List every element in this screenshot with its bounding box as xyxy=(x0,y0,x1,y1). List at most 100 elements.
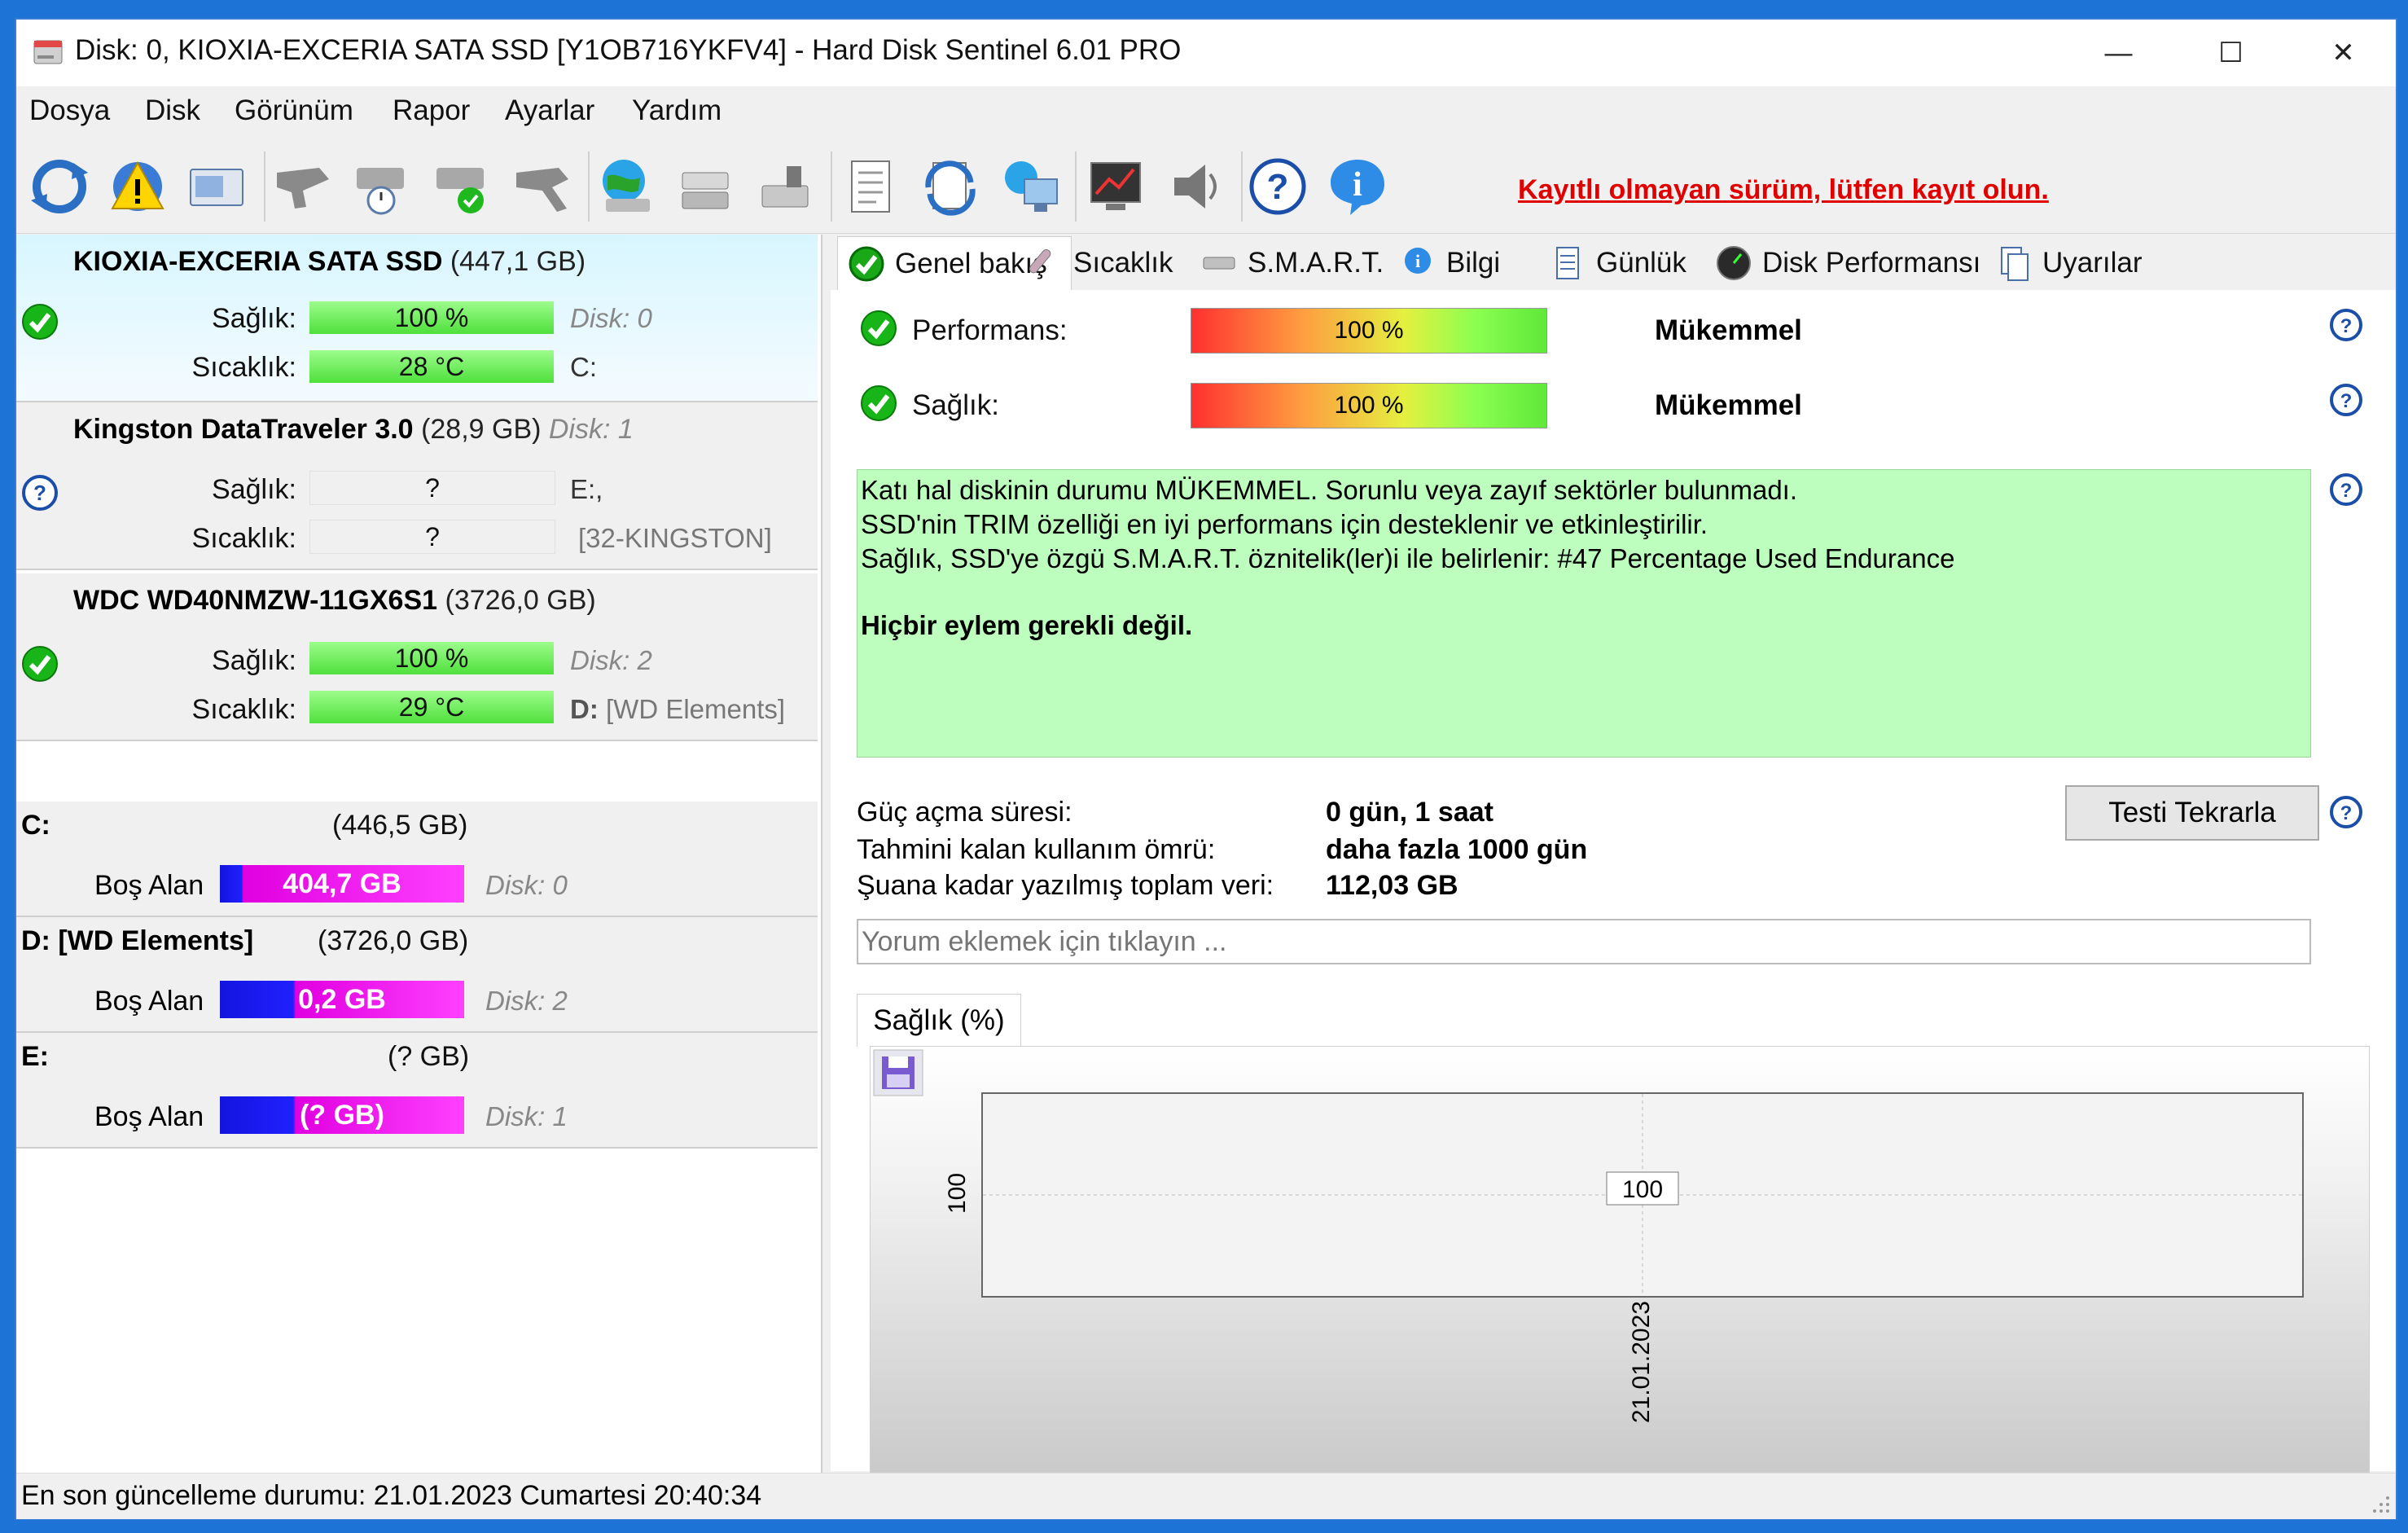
log-icon xyxy=(1556,247,1579,279)
status-bar: En son güncelleme durumu: 21.01.2023 Cum… xyxy=(16,1473,2396,1519)
maximize-button[interactable]: ☐ xyxy=(2176,20,2286,86)
partition-title: D: [WD Elements] xyxy=(21,925,254,956)
menu-yardim[interactable]: Yardım xyxy=(632,94,722,127)
usb-drive-icon[interactable] xyxy=(754,155,818,218)
partition-disk: Disk: 0 xyxy=(485,870,568,900)
free-space-bar: (? GB) xyxy=(220,1096,464,1134)
tab-alerts[interactable]: Uyarılar xyxy=(1985,236,2222,290)
partition-disk: Disk: 1 xyxy=(485,1101,568,1131)
minimize-button[interactable]: — xyxy=(2064,20,2173,86)
menu-disk[interactable]: Disk xyxy=(145,94,200,127)
health-bar: 100 % xyxy=(309,301,554,334)
disk-timer-icon[interactable] xyxy=(350,155,414,218)
y-tick-label: 100 xyxy=(944,1173,971,1214)
help-icon[interactable]: ? xyxy=(2329,308,2363,342)
health-bar: 100 % xyxy=(309,642,554,674)
menu-dosya[interactable]: Dosya xyxy=(29,94,110,127)
help-icon[interactable]: ? xyxy=(2329,383,2363,417)
app-disk-icon xyxy=(33,40,63,64)
health-bar: 100 % xyxy=(1191,383,1547,428)
check-icon xyxy=(861,310,897,346)
gauge-icon xyxy=(1717,246,1751,280)
tab-label: Günlük xyxy=(1596,247,1686,279)
retest-button[interactable]: Testi Tekrarla xyxy=(2065,785,2319,841)
health-label: Sağlık: xyxy=(212,474,296,505)
resize-grip-icon[interactable] xyxy=(2370,1493,2391,1514)
disk-info-icon[interactable] xyxy=(186,155,249,218)
disk-card[interactable]: Kingston DataTraveler 3.0 (28,9 GB) Disk… xyxy=(16,402,818,570)
svg-text:?: ? xyxy=(2340,390,2353,412)
health-label: Sağlık: xyxy=(212,645,296,676)
partition-title: E: xyxy=(21,1041,49,1072)
tab-label: Sıcaklık xyxy=(1073,247,1173,279)
power-on-value: 0 gün, 1 saat xyxy=(1326,797,1493,828)
partition-size: (? GB) xyxy=(388,1041,470,1072)
menu-gorunum[interactable]: Görünüm xyxy=(235,94,353,127)
drive-stack-icon[interactable] xyxy=(674,155,738,218)
free-space-label: Boş Alan xyxy=(94,1101,204,1132)
partition-disk: Disk: 2 xyxy=(485,986,568,1016)
surface-test-icon[interactable] xyxy=(270,155,334,218)
tab-label: S.M.A.R.T. xyxy=(1248,247,1384,279)
free-space-bar: 404,7 GB xyxy=(220,865,464,903)
toolbar-separator xyxy=(831,152,832,222)
status-description: Katı hal diskinin durumu MÜKEMMEL. Sorun… xyxy=(857,469,2311,758)
refresh-icon[interactable] xyxy=(28,155,91,218)
partition-card[interactable]: E: (? GB) Boş Alan (? GB) Disk: 1 xyxy=(16,1033,818,1149)
svg-text:i: i xyxy=(1353,166,1362,204)
disk-card[interactable]: WDC WD40NMZW-11GX6S1 (3726,0 GB) Sağlık:… xyxy=(16,573,818,741)
performance-status: Mükemmel xyxy=(1655,314,1802,346)
status-line: Katı hal diskinin durumu MÜKEMMEL. Sorun… xyxy=(861,475,1798,505)
alert-icon[interactable] xyxy=(106,155,169,218)
drive-icon xyxy=(1203,257,1235,270)
x-tick-label: 21.01.2023 xyxy=(1628,1301,1655,1423)
disk-list-panel: KIOXIA-EXCERIA SATA SSD (447,1 GB) Sağlı… xyxy=(16,235,822,1473)
toolbar-separator xyxy=(588,152,590,222)
status-line: Sağlık, SSD'ye özgü S.M.A.R.T. öznitelik… xyxy=(861,543,1955,573)
help-icon[interactable]: ? xyxy=(2329,472,2363,507)
overview-panel: Performans: 100 % Mükemmel ? Sağlık: 100… xyxy=(831,290,2396,1473)
alerts-icon xyxy=(2001,247,2029,281)
check-icon xyxy=(849,246,884,282)
check-icon xyxy=(861,385,897,421)
disk-ok-icon[interactable] xyxy=(430,155,493,218)
disk-name: KIOXIA-EXCERIA SATA SSD (447,1 GB) xyxy=(73,246,586,277)
help-icon[interactable]: ? xyxy=(1246,155,1309,218)
check-icon xyxy=(22,646,58,682)
speaker-icon[interactable] xyxy=(1165,155,1228,218)
temperature-label: Sıcaklık: xyxy=(191,694,296,725)
partition-size: (3726,0 GB) xyxy=(318,925,469,956)
menu-ayarlar[interactable]: Ayarlar xyxy=(505,94,594,127)
status-text: En son güncelleme durumu: 21.01.2023 Cum… xyxy=(21,1480,762,1511)
report-icon[interactable] xyxy=(839,155,902,218)
settings-monitor-icon[interactable] xyxy=(1085,155,1148,218)
disk-name: WDC WD40NMZW-11GX6S1 (3726,0 GB) xyxy=(73,585,596,616)
partition-card[interactable]: C: (446,5 GB) Boş Alan 404,7 GB Disk: 0 xyxy=(16,802,818,917)
about-info-icon[interactable]: i xyxy=(1326,155,1389,218)
chart-axes: 21.01.2023 100 xyxy=(944,1173,1655,1423)
close-button[interactable]: ✕ xyxy=(2288,20,2398,86)
disk-tool-icon[interactable] xyxy=(510,155,573,218)
partition-card[interactable]: D: [WD Elements] (3726,0 GB) Boş Alan 0,… xyxy=(16,917,818,1033)
globe-drive-icon[interactable] xyxy=(594,155,658,218)
svg-text:?: ? xyxy=(33,481,46,505)
performance-bar: 100 % xyxy=(1191,308,1547,354)
network-report-icon[interactable] xyxy=(998,155,1062,218)
lifetime-value: daha fazla 1000 gün xyxy=(1326,834,1588,865)
performance-label: Performans: xyxy=(912,314,1068,346)
title-bar: Disk: 0, KIOXIA-EXCERIA SATA SSD [Y1OB71… xyxy=(16,20,2396,86)
status-action: Hiçbir eylem gerekli değil. xyxy=(861,610,1193,640)
help-icon[interactable]: ? xyxy=(2329,795,2363,829)
menu-rapor[interactable]: Rapor xyxy=(393,94,470,127)
info-icon: i xyxy=(1405,248,1431,274)
svg-text:?: ? xyxy=(2340,802,2353,824)
sync-report-icon[interactable] xyxy=(919,155,982,218)
tab-health-chart[interactable]: Sağlık (%) xyxy=(857,994,1021,1047)
disk-card[interactable]: KIOXIA-EXCERIA SATA SSD (447,1 GB) Sağlı… xyxy=(16,235,818,402)
written-label: Şuana kadar yazılmış toplam veri: xyxy=(857,870,1274,901)
power-on-label: Güç açma süresi: xyxy=(857,797,1072,828)
toolbar-separator xyxy=(264,152,265,222)
register-link[interactable]: Kayıtlı olmayan sürüm, lütfen kayıt olun… xyxy=(1518,174,2049,206)
written-value: 112,03 GB xyxy=(1326,870,1458,901)
comment-input[interactable] xyxy=(857,919,2311,964)
